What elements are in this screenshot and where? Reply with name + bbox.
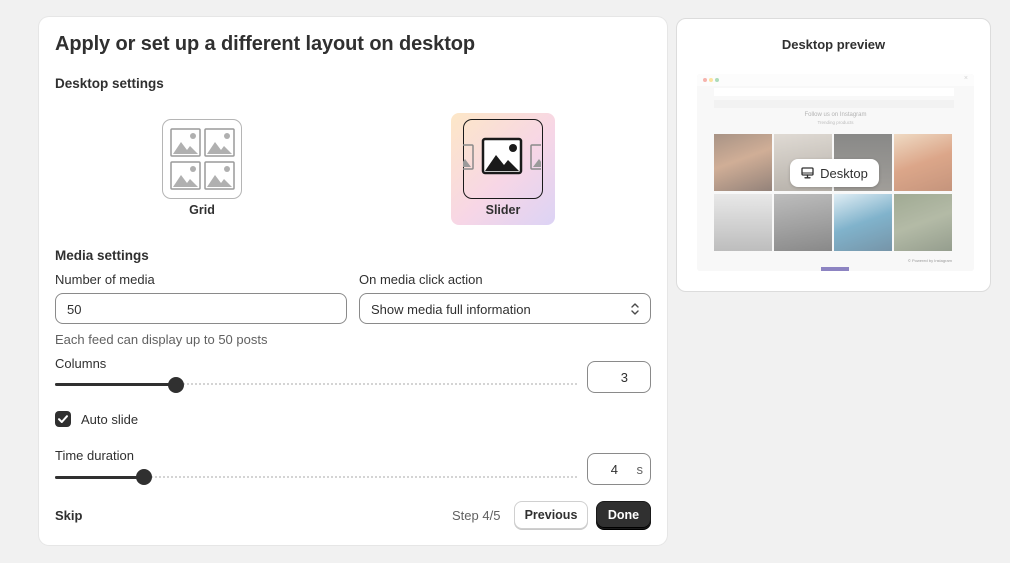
skip-link[interactable]: Skip [55, 508, 82, 523]
desktop-settings-title: Desktop settings [55, 76, 164, 91]
desktop-preview-card: Desktop preview × Follow us on Instagram… [676, 18, 991, 292]
time-duration-input[interactable]: 4 s [587, 453, 651, 485]
click-action-value: Show media full information [371, 302, 531, 317]
number-of-media-help: Each feed can display up to 50 posts [55, 332, 268, 347]
layout-option-grid[interactable]: Grid [150, 113, 254, 225]
monitor-icon [801, 167, 814, 179]
mock-footer: © Powered by Instagram [907, 258, 952, 263]
layout-settings-card: Apply or set up a different layout on de… [39, 17, 667, 545]
layout-option-slider[interactable]: Slider [451, 113, 555, 225]
slider-layout-icon [463, 119, 543, 199]
time-duration-value: 4 [610, 462, 618, 477]
auto-slide-label: Auto slide [81, 412, 139, 427]
done-button[interactable]: Done [596, 501, 651, 529]
media-settings-title: Media settings [55, 248, 149, 263]
columns-input[interactable]: 3 [587, 361, 651, 393]
preview-mockup: × Follow us on Instagram Trending produc… [697, 74, 974, 271]
columns-slider-fill [55, 383, 176, 386]
layout-option-slider-label: Slider [485, 203, 521, 217]
page-title: Apply or set up a different layout on de… [55, 33, 475, 55]
preview-title: Desktop preview [781, 37, 886, 52]
mock-pager [821, 267, 849, 271]
columns-value: 3 [620, 370, 628, 385]
number-of-media-value: 50 [67, 302, 82, 317]
step-indicator: Step 4/5 [452, 508, 501, 523]
previous-button[interactable]: Previous [514, 501, 588, 529]
desktop-badge: Desktop [790, 159, 879, 187]
layout-option-grid-label: Grid [189, 203, 215, 217]
auto-slide-checkbox[interactable] [55, 411, 71, 427]
columns-slider-thumb[interactable] [167, 377, 184, 393]
number-of-media-label: Number of media [55, 272, 155, 287]
time-duration-label: Time duration [55, 448, 134, 463]
time-duration-unit: s [636, 462, 644, 477]
columns-label: Columns [55, 356, 107, 371]
grid-layout-icon [162, 119, 242, 199]
desktop-badge-label: Desktop [820, 165, 868, 181]
time-duration-slider-fill [55, 476, 145, 479]
number-of-media-input[interactable]: 50 [55, 293, 347, 324]
click-action-select[interactable]: Show media full information [359, 293, 651, 324]
select-chevron-icon [630, 302, 640, 319]
time-duration-slider-thumb[interactable] [136, 469, 153, 485]
click-action-label: On media click action [359, 272, 483, 287]
check-icon [58, 415, 68, 423]
